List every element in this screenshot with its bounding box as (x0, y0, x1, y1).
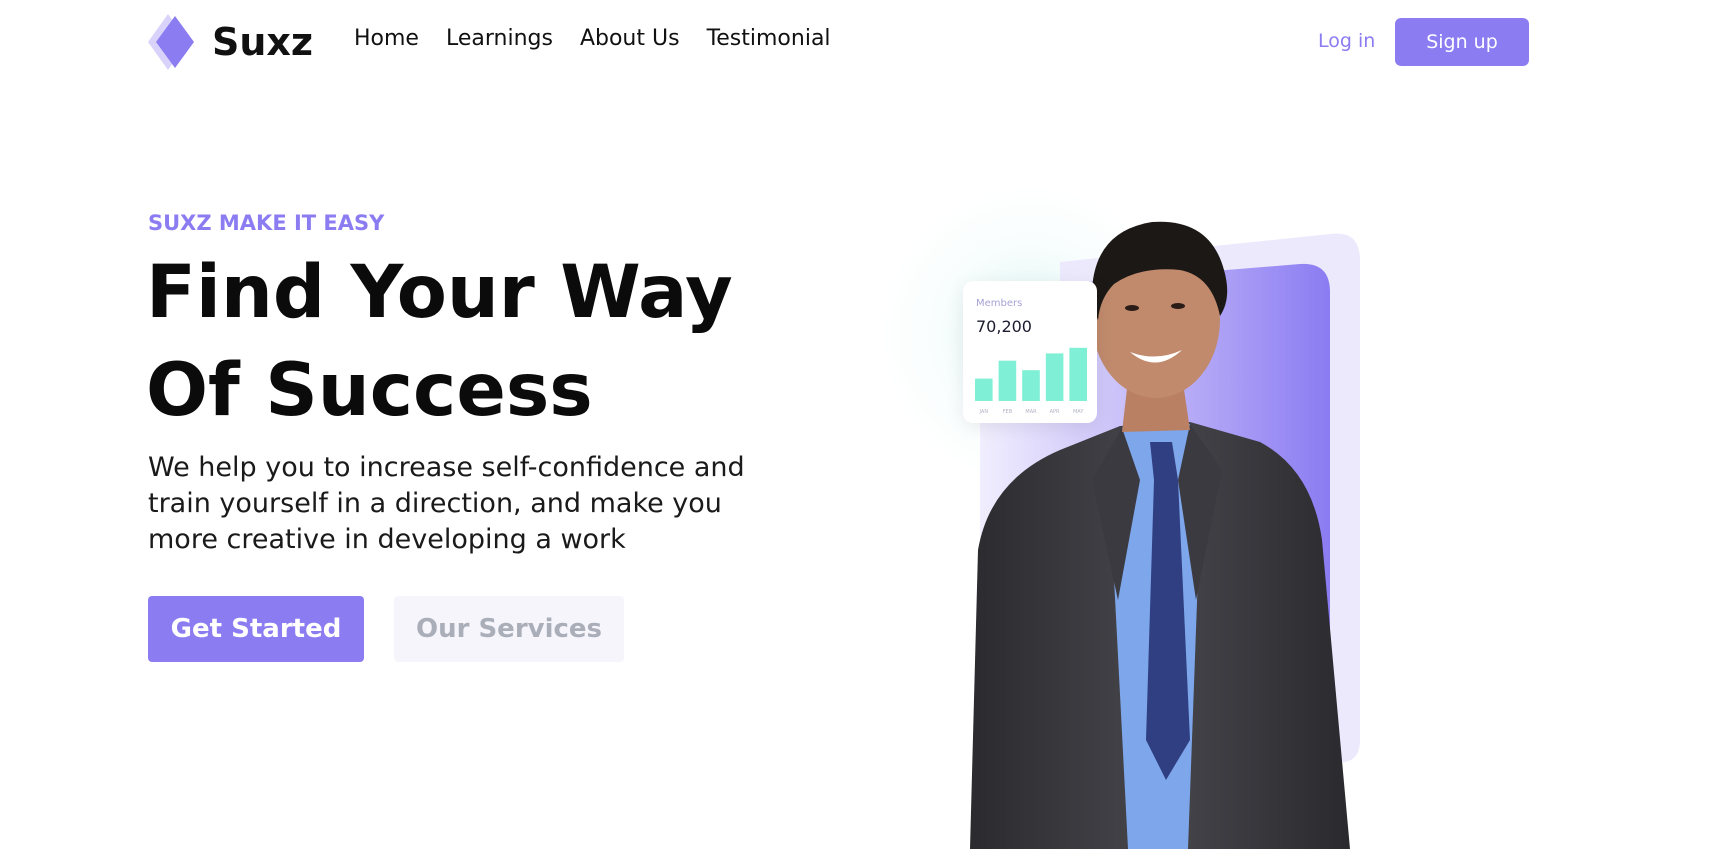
hero-description: We help you to increase self-confidence … (148, 452, 745, 555)
diamond-logo-icon (148, 14, 196, 70)
hero-headline-line2: Of Success (146, 348, 593, 433)
members-label: Members (976, 298, 1023, 309)
nav-item-learnings[interactable]: Learnings (446, 26, 553, 51)
brand-logo[interactable]: Suxz (148, 14, 313, 70)
person-eye-left (1125, 305, 1139, 311)
person-eye-right (1171, 303, 1185, 309)
members-stats-card: Members 70,200 JAN FEB MAR APR MAY (963, 281, 1097, 423)
login-link[interactable]: Log in (1318, 30, 1375, 52)
members-bar-feb (998, 360, 1017, 401)
site-header: Suxz Home Learnings About Us Testimonial… (0, 0, 1711, 84)
nav-item-about-us[interactable]: About Us (580, 26, 680, 51)
hero-illustration (970, 221, 1360, 849)
members-bar-chart: JAN FEB MAR APR MAY (975, 347, 1087, 415)
members-bar-apr (1045, 353, 1064, 401)
members-bar-jan (975, 378, 993, 401)
members-tick-may: MAY (1073, 409, 1084, 415)
members-bar-may (1069, 347, 1087, 401)
members-tick-apr: APR (1050, 409, 1060, 415)
get-started-button[interactable]: Get Started (148, 596, 364, 662)
members-tick-jan: JAN (979, 409, 989, 415)
signup-button[interactable]: Sign up (1395, 18, 1529, 66)
nav-item-testimonial[interactable]: Testimonial (707, 26, 831, 51)
hero-eyebrow: SUXZ MAKE IT EASY (148, 211, 385, 235)
nav-item-home[interactable]: Home (354, 26, 419, 51)
hero-headline-line1: Find Your Way (146, 250, 733, 335)
members-tick-feb: FEB (1003, 409, 1013, 415)
hero-headline: Find Your Way Of Success (146, 244, 733, 440)
members-tick-mar: MAR (1025, 409, 1037, 415)
our-services-button[interactable]: Our Services (394, 596, 624, 662)
brand-name: Suxz (212, 20, 314, 64)
main-nav: Home Learnings About Us Testimonial (354, 26, 831, 51)
members-value: 70,200 (976, 317, 1032, 336)
members-bar-mar (1022, 370, 1040, 401)
